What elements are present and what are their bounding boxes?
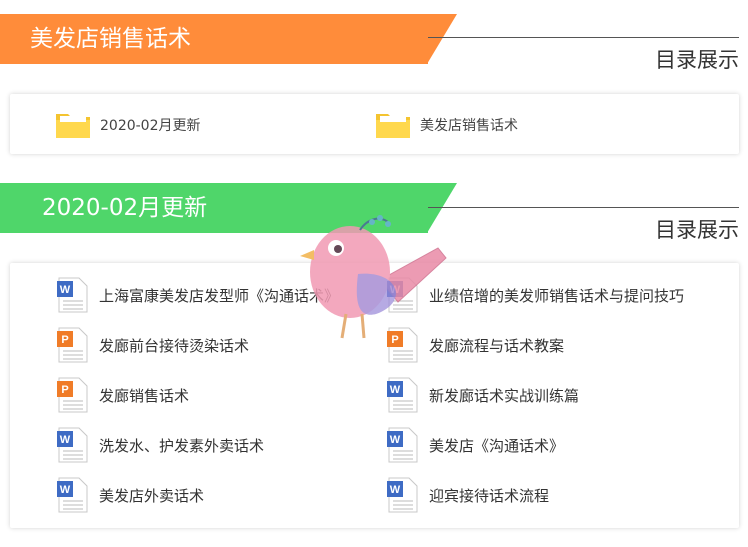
file-item[interactable]: W 美发店《沟通话术》 [387,427,564,463]
section1-title: 美发店销售话术 [30,26,191,52]
svg-text:W: W [60,284,71,296]
file-label: 发廊前台接待烫染话术 [99,336,250,355]
svg-text:W: W [390,384,401,396]
folder-label: 2020-02月更新 [100,118,201,134]
section2-catalog-label: 目录展示 [655,218,739,242]
section1-divider [428,37,739,38]
file-label: 发廊流程与话术教案 [429,336,565,355]
pink-bird-icon [300,215,447,339]
section1-banner: 美发店销售话术 [0,14,428,64]
section2-divider [428,207,739,208]
word-doc-icon: W [57,277,88,313]
word-doc-icon: W [57,427,88,463]
svg-text:P: P [61,384,68,396]
file-label: 洗发水、护发素外卖话术 [99,436,265,455]
word-doc-icon: W [387,477,418,513]
file-item[interactable]: W 新发廊话术实战训练篇 [387,377,579,413]
folder-icon [56,114,90,138]
ppt-doc-icon: P [57,327,88,363]
svg-text:W: W [390,484,401,496]
file-label: 业绩倍增的美发师销售话术与提问技巧 [429,286,685,305]
section1-catalog-label: 目录展示 [655,48,739,72]
section1-card: 2020-02月更新 美发店销售话术 [10,94,739,154]
word-doc-icon: W [387,427,418,463]
file-item[interactable]: W 美发店外卖话术 [57,477,204,513]
svg-text:W: W [390,434,401,446]
svg-text:W: W [60,484,71,496]
section1-banner-tail-icon [427,14,457,64]
file-label: 发廊销售话术 [99,386,190,405]
file-item[interactable]: P 发廊前台接待烫染话术 [57,327,249,363]
file-item[interactable]: W 上海富康美发店发型师《沟通话术》 [57,277,339,313]
folder-item-2020-02[interactable]: 2020-02月更新 [55,110,201,140]
folder-item-sales-scripts[interactable]: 美发店销售话术 [375,110,518,140]
file-label: 美发店外卖话术 [99,486,205,505]
section2-title: 2020-02月更新 [42,195,208,221]
file-label: 新发廊话术实战训练篇 [429,386,580,405]
file-label: 美发店《沟通话术》 [429,436,565,455]
file-item[interactable]: W 迎宾接待话术流程 [387,477,549,513]
word-doc-icon: W [387,377,418,413]
svg-text:P: P [61,334,68,346]
file-item[interactable]: W 洗发水、护发素外卖话术 [57,427,264,463]
file-item[interactable]: P 发廊销售话术 [57,377,189,413]
svg-text:W: W [60,434,71,446]
file-label: 迎宾接待话术流程 [429,486,550,505]
word-doc-icon: W [57,477,88,513]
folder-label: 美发店销售话术 [420,118,518,134]
ppt-doc-icon: P [57,377,88,413]
folder-icon [376,114,410,138]
